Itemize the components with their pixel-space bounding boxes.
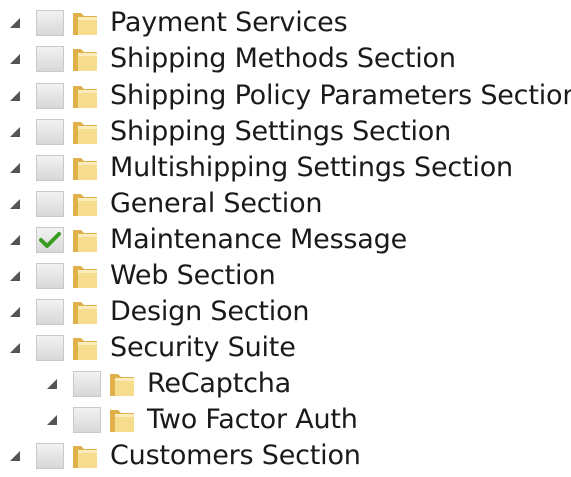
folder-icon — [107, 406, 137, 434]
tree-node-label: Customers Section — [110, 440, 361, 471]
expand-toggle-icon[interactable] — [0, 258, 30, 294]
tree-node-recaptcha[interactable]: ReCaptcha — [37, 366, 291, 402]
checkbox[interactable] — [36, 155, 64, 181]
folder-icon — [70, 226, 100, 254]
expand-toggle-icon[interactable] — [37, 402, 67, 438]
checkbox[interactable] — [36, 46, 64, 72]
checkbox[interactable] — [36, 263, 64, 289]
tree-node-web-section[interactable]: Web Section — [0, 258, 276, 294]
tree-node-two-factor-auth[interactable]: Two Factor Auth — [37, 402, 358, 438]
permissions-tree: Payment Services Shipping Methods Sectio… — [0, 0, 571, 477]
tree-node-shipping-settings-section[interactable]: Shipping Settings Section — [0, 114, 451, 150]
expand-toggle-icon[interactable] — [0, 78, 30, 114]
expand-toggle-icon[interactable] — [0, 114, 30, 150]
tree-node-label: Shipping Settings Section — [110, 116, 452, 147]
tree-node-label: Shipping Policy Parameters Section — [110, 80, 571, 111]
checkbox[interactable] — [36, 443, 64, 469]
checkbox[interactable] — [36, 119, 64, 145]
tree-node-maintenance-message[interactable]: Maintenance Message — [0, 222, 407, 258]
folder-icon — [70, 190, 100, 218]
expand-toggle-icon[interactable] — [0, 150, 30, 186]
checkbox[interactable] — [73, 371, 101, 397]
tree-node-general-section[interactable]: General Section — [0, 186, 323, 222]
checkbox[interactable] — [73, 407, 101, 433]
tree-node-label: Multishipping Settings Section — [110, 152, 513, 183]
checkbox[interactable] — [36, 335, 64, 361]
tree-node-shipping-methods-section[interactable]: Shipping Methods Section — [0, 41, 456, 77]
checkmark-icon — [39, 232, 61, 248]
expand-toggle-icon[interactable] — [0, 5, 30, 41]
checkbox[interactable] — [36, 83, 64, 109]
folder-icon — [70, 442, 100, 470]
folder-icon — [70, 82, 100, 110]
tree-node-label: ReCaptcha — [147, 368, 291, 399]
tree-node-label: Design Section — [110, 296, 310, 327]
expand-toggle-icon[interactable] — [0, 330, 30, 366]
checkbox[interactable] — [36, 10, 64, 36]
folder-icon — [107, 370, 137, 398]
expand-toggle-icon[interactable] — [0, 294, 30, 330]
tree-node-label: Two Factor Auth — [147, 404, 358, 435]
tree-node-label: General Section — [110, 188, 323, 219]
expand-toggle-icon[interactable] — [37, 366, 67, 402]
tree-node-shipping-policy-parameters-section[interactable]: Shipping Policy Parameters Section — [0, 78, 571, 114]
checkbox[interactable] — [36, 191, 64, 217]
tree-node-label: Maintenance Message — [110, 224, 407, 255]
expand-toggle-icon[interactable] — [0, 186, 30, 222]
folder-icon — [70, 118, 100, 146]
folder-icon — [70, 154, 100, 182]
tree-node-security-suite[interactable]: Security Suite — [0, 330, 296, 366]
tree-node-customers-section[interactable]: Customers Section — [0, 438, 361, 474]
tree-node-design-section[interactable]: Design Section — [0, 294, 310, 330]
tree-node-multishipping-settings-section[interactable]: Multishipping Settings Section — [0, 150, 513, 186]
folder-icon — [70, 298, 100, 326]
expand-toggle-icon[interactable] — [0, 222, 30, 258]
folder-icon — [70, 262, 100, 290]
checkbox[interactable] — [36, 299, 64, 325]
tree-node-payment-services[interactable]: Payment Services — [0, 5, 348, 41]
tree-node-label: Payment Services — [110, 7, 348, 38]
tree-node-label: Web Section — [110, 260, 276, 291]
folder-icon — [70, 334, 100, 362]
checkbox-checked[interactable] — [36, 227, 64, 253]
folder-icon — [70, 45, 100, 73]
tree-node-label: Shipping Methods Section — [110, 43, 456, 74]
expand-toggle-icon[interactable] — [0, 438, 30, 474]
expand-toggle-icon[interactable] — [0, 41, 30, 77]
tree-node-label: Security Suite — [110, 332, 296, 363]
folder-icon — [70, 9, 100, 37]
